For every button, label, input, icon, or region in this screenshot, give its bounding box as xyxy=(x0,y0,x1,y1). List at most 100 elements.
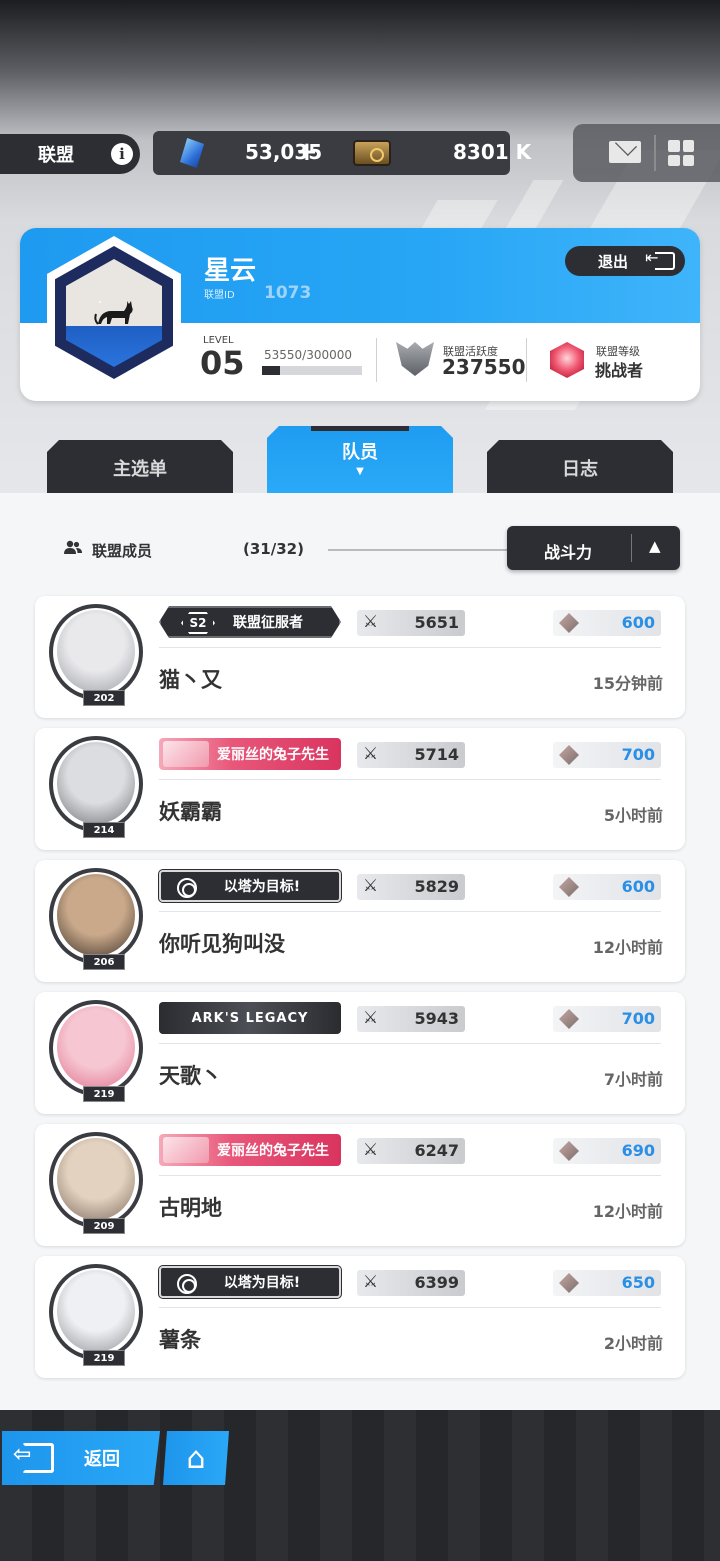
target-icon xyxy=(177,1274,197,1294)
title-text: 联盟征服者 xyxy=(233,615,303,631)
contribution-value: 700 xyxy=(621,1009,655,1028)
tab-label: 队员 xyxy=(342,442,378,463)
member-row[interactable]: 209 爱丽丝的兔子先生 ⚔ 6247 690 古明地 12小时前 xyxy=(35,1124,685,1246)
sort-button[interactable]: 战斗力 ▲ xyxy=(507,526,680,570)
combat-power-value: 6247 xyxy=(414,1141,459,1160)
member-name: 天歌丶 xyxy=(159,1064,222,1088)
contribution: 700 xyxy=(553,742,661,768)
crossed-swords-icon: ⚔ xyxy=(363,1272,379,1292)
title-text: 爱丽丝的兔子先生 xyxy=(217,747,329,763)
crossed-swords-icon: ⚔ xyxy=(363,876,379,896)
member-name: 古明地 xyxy=(159,1196,222,1220)
member-row[interactable]: 206 以塔为目标! ⚔ 5829 600 你听见狗叫没 12小时前 xyxy=(35,860,685,982)
avatar[interactable]: 219 xyxy=(43,1264,147,1368)
last-online: 5小时前 xyxy=(603,806,663,825)
combat-power: ⚔ 5829 xyxy=(357,874,465,900)
home-button[interactable]: ⌂ xyxy=(163,1431,229,1485)
add-gems-button[interactable]: + xyxy=(296,137,318,167)
member-row[interactable]: 202 S2 联盟征服者 ⚔ 5651 600 猫丶又 15分钟前 xyxy=(35,596,685,718)
home-icon: ⌂ xyxy=(186,1440,206,1476)
member-row[interactable]: 214 爱丽丝的兔子先生 ⚔ 5714 700 妖霸霸 5小时前 xyxy=(35,728,685,850)
back-icon xyxy=(13,1442,54,1473)
target-icon xyxy=(177,878,197,898)
divider xyxy=(159,779,661,780)
union-id-label: 联盟ID xyxy=(204,290,235,301)
title-badge: 以塔为目标! xyxy=(158,1265,342,1299)
combat-power: ⚔ 6247 xyxy=(357,1138,465,1164)
combat-power: ⚔ 6399 xyxy=(357,1270,465,1296)
mail-icon[interactable] xyxy=(609,141,641,163)
title-badge: S2 联盟征服者 xyxy=(159,606,341,638)
member-name: 猫丶又 xyxy=(159,668,222,692)
last-online: 12小时前 xyxy=(592,938,663,957)
tab-log[interactable]: 日志 xyxy=(487,440,673,495)
tab-label: 主选单 xyxy=(113,458,167,480)
exit-button-label: 退出 xyxy=(598,252,629,271)
combat-power: ⚔ 5714 xyxy=(357,742,465,768)
contribution: 600 xyxy=(553,610,661,636)
title-text: 以塔为目标! xyxy=(223,1275,301,1291)
title-text: 爱丽丝的兔子先生 xyxy=(217,1143,329,1159)
combat-power-value: 5651 xyxy=(414,613,459,632)
credit-count: 8301 K xyxy=(453,140,532,164)
player-level: 206 xyxy=(83,954,125,970)
combat-power-value: 5714 xyxy=(414,745,459,764)
topbar-actions xyxy=(573,124,720,182)
avatar-frame xyxy=(49,1000,143,1096)
divider xyxy=(159,1043,661,1044)
sort-label: 战斗力 xyxy=(544,543,593,562)
last-online: 15分钟前 xyxy=(592,674,663,693)
title-badge: 爱丽丝的兔子先生 xyxy=(159,1134,341,1166)
avatar-frame xyxy=(49,1132,143,1228)
sort-ascending-icon: ▲ xyxy=(649,537,661,555)
contribution: 700 xyxy=(553,1006,661,1032)
title-badge: ARK'S LEGACY xyxy=(159,1002,341,1034)
avatar[interactable]: 209 xyxy=(43,1132,147,1236)
last-online: 7小时前 xyxy=(603,1070,663,1089)
avatar[interactable]: 202 xyxy=(43,604,147,708)
exit-icon xyxy=(645,248,675,270)
player-level: 219 xyxy=(83,1086,125,1102)
contribution-value: 600 xyxy=(621,613,655,632)
avatar[interactable]: 206 xyxy=(43,868,147,972)
player-level: 219 xyxy=(83,1350,125,1366)
union-name: 星云 xyxy=(204,256,257,286)
contribution-value: 600 xyxy=(621,877,655,896)
grid-menu-icon[interactable] xyxy=(668,140,694,166)
avatar[interactable]: 214 xyxy=(43,736,147,840)
members-count: (31/32) xyxy=(243,540,304,558)
tab-members[interactable]: 队员 ▼ xyxy=(267,426,453,495)
tab-label: 日志 xyxy=(562,458,598,480)
tab-main-menu[interactable]: 主选单 xyxy=(47,440,233,495)
diamond-icon xyxy=(559,1009,579,1029)
activity-value: 237550 xyxy=(442,355,526,379)
members-icon xyxy=(64,540,82,554)
divider xyxy=(159,1175,661,1176)
combat-power: ⚔ 5943 xyxy=(357,1006,465,1032)
title-text: 以塔为目标! xyxy=(223,879,301,895)
member-name: 妖霸霸 xyxy=(159,800,222,824)
info-icon[interactable]: i xyxy=(111,143,133,165)
crossed-swords-icon: ⚔ xyxy=(363,1140,379,1160)
exp-progress-bar xyxy=(262,366,362,375)
member-row[interactable]: 219 ARK'S LEGACY ⚔ 5943 700 天歌丶 7小时前 xyxy=(35,992,685,1114)
diamond-icon xyxy=(559,745,579,765)
exp-progress-fill xyxy=(262,366,280,375)
player-level: 202 xyxy=(83,690,125,706)
members-label: 联盟成员 xyxy=(92,542,153,560)
divider xyxy=(159,911,661,912)
title-badge: 爱丽丝的兔子先生 xyxy=(159,738,341,770)
union-id-value: 1073 xyxy=(264,283,312,303)
back-button-label: 返回 xyxy=(84,1449,120,1470)
season-badge: S2 xyxy=(181,612,215,634)
diamond-icon xyxy=(559,1141,579,1161)
rabbit-portrait-icon xyxy=(163,741,209,767)
avatar[interactable]: 219 xyxy=(43,1000,147,1104)
member-row[interactable]: 219 以塔为目标! ⚔ 6399 650 薯条 2小时前 xyxy=(35,1256,685,1378)
crossed-swords-icon: ⚔ xyxy=(363,744,379,764)
combat-power: ⚔ 5651 xyxy=(357,610,465,636)
cat-icon xyxy=(94,301,133,325)
combat-power-value: 6399 xyxy=(414,1273,459,1292)
title-badge: 以塔为目标! xyxy=(158,869,342,903)
player-level: 209 xyxy=(83,1218,125,1234)
